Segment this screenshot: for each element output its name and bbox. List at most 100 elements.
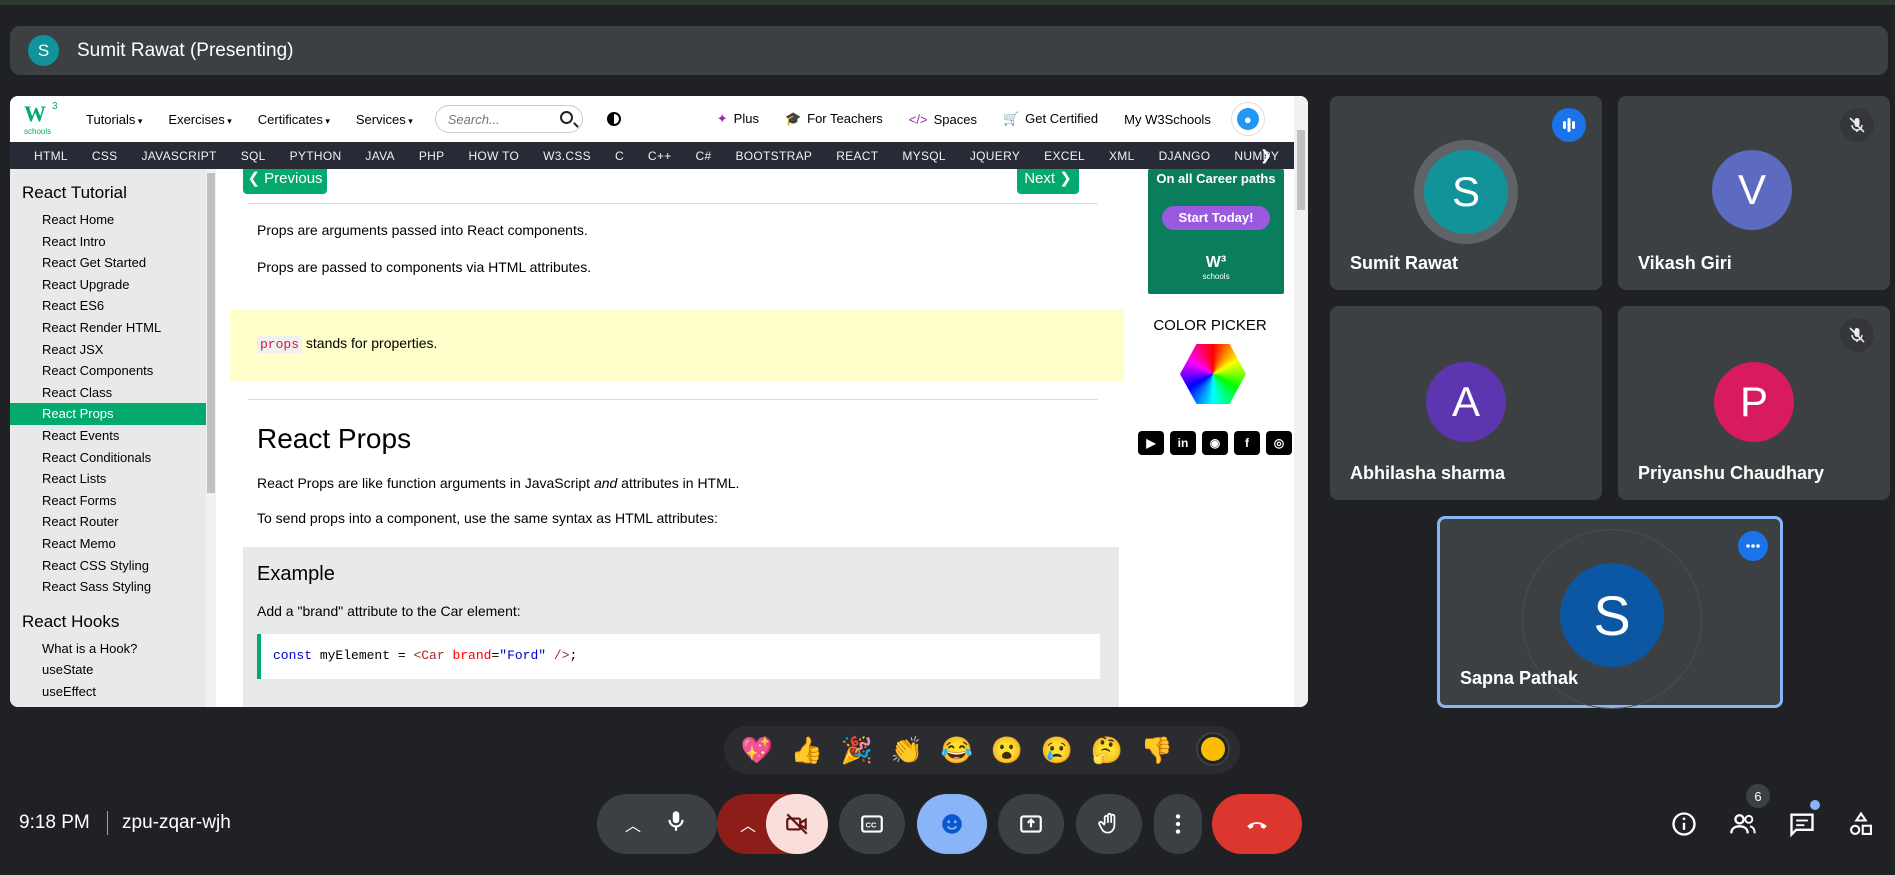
link-for-teachers[interactable]: 🎓 For Teachers: [785, 111, 883, 127]
nav-item[interactable]: SQL: [229, 149, 278, 163]
search-icon[interactable]: [559, 111, 573, 124]
sidebar-item[interactable]: React Sass Styling: [10, 576, 206, 598]
skin-tone-selector[interactable]: [1198, 734, 1228, 764]
sidebar-item[interactable]: React Home: [10, 209, 206, 231]
reaction-emoji[interactable]: 👍: [782, 735, 832, 766]
nav-item[interactable]: PYTHON: [278, 149, 354, 163]
more-options-icon[interactable]: [1738, 531, 1768, 561]
reaction-emoji[interactable]: 👏: [882, 735, 932, 766]
sidebar-item[interactable]: React Props: [10, 403, 206, 425]
nav-item[interactable]: EXCEL: [1032, 149, 1097, 163]
instagram-icon[interactable]: ◎: [1266, 431, 1292, 455]
facebook-icon[interactable]: f: [1234, 431, 1260, 455]
meeting-details-button[interactable]: [1668, 808, 1700, 840]
reaction-emoji[interactable]: 😮: [982, 735, 1032, 766]
sidebar-item[interactable]: React Upgrade: [10, 274, 206, 296]
reaction-emoji[interactable]: 🎉: [832, 735, 882, 766]
activities-button[interactable]: [1845, 808, 1877, 840]
link-get-certified[interactable]: 🛒 Get Certified: [1003, 111, 1098, 127]
menu-services[interactable]: Services: [356, 112, 413, 127]
sidebar-item[interactable]: React CSS Styling: [10, 555, 206, 577]
nav-item[interactable]: XML: [1097, 149, 1147, 163]
nav-item[interactable]: CSS: [80, 149, 130, 163]
reaction-emoji[interactable]: 😢: [1032, 735, 1082, 766]
menu-certificates[interactable]: Certificates: [258, 112, 330, 127]
page-scrollbar[interactable]: [1294, 96, 1308, 707]
reaction-emoji[interactable]: 🤔: [1082, 735, 1132, 766]
nav-item[interactable]: BOOTSTRAP: [723, 149, 824, 163]
nav-item[interactable]: JQUERY: [958, 149, 1032, 163]
nav-item[interactable]: DJANGO: [1147, 149, 1223, 163]
microphone-button[interactable]: [663, 808, 689, 841]
audio-options-chevron-icon[interactable]: ︿: [625, 812, 641, 836]
sidebar-item[interactable]: React Components: [10, 360, 206, 382]
discord-icon[interactable]: ◉: [1202, 431, 1228, 455]
nav-item[interactable]: JAVA: [353, 149, 406, 163]
sidebar-item[interactable]: React Router: [10, 511, 206, 533]
sidebar-item[interactable]: React Conditionals: [10, 447, 206, 469]
menu-tutorials[interactable]: Tutorials: [86, 112, 142, 127]
emoji-reactions-button[interactable]: [917, 794, 987, 854]
scrollbar-thumb[interactable]: [1297, 130, 1305, 210]
w3-search-input[interactable]: Search...: [434, 105, 583, 133]
color-picker-label[interactable]: COLOR PICKER: [1126, 317, 1294, 334]
sidebar-item[interactable]: React ES6: [10, 295, 206, 317]
reaction-emoji[interactable]: 👎: [1132, 735, 1182, 766]
more-options-button[interactable]: [1154, 794, 1202, 854]
next-button[interactable]: Next ❯: [1017, 169, 1079, 194]
youtube-icon[interactable]: ▶: [1138, 431, 1164, 455]
nav-item[interactable]: JAVASCRIPT: [129, 149, 228, 163]
sidebar-item[interactable]: React Events: [10, 425, 206, 447]
sidebar-item[interactable]: React Intro: [10, 231, 206, 253]
raise-hand-button[interactable]: [1076, 794, 1142, 854]
participant-tile-sapna-self[interactable]: S Sapna Pathak: [1437, 516, 1783, 709]
reaction-emoji[interactable]: 😂: [932, 735, 982, 766]
participant-tile-vikash[interactable]: V Vikash Giri: [1618, 96, 1890, 290]
participant-tile-abhilasha[interactable]: A Abhilasha sharma: [1330, 306, 1602, 500]
captions-button[interactable]: CC: [839, 794, 905, 854]
user-account-button[interactable]: ●: [1230, 102, 1265, 136]
leave-call-button[interactable]: [1212, 794, 1302, 854]
sidebar-item[interactable]: React Class: [10, 382, 206, 404]
link-spaces[interactable]: </> Spaces: [909, 112, 977, 127]
link-my-w3schools[interactable]: My W3Schools: [1124, 112, 1211, 127]
nav-item[interactable]: HOW TO: [456, 149, 531, 163]
sidebar-item[interactable]: useState: [10, 659, 206, 681]
nav-item[interactable]: PHP: [407, 149, 457, 163]
nav-item[interactable]: C++: [636, 149, 684, 163]
shared-screen[interactable]: W 3 schools Tutorials Exercises Certific…: [10, 96, 1308, 707]
career-paths-ad[interactable]: On all Career paths Start Today! W³ scho…: [1148, 169, 1284, 294]
sidebar-item[interactable]: React Forms: [10, 490, 206, 512]
participant-tile-priyanshu[interactable]: P Priyanshu Chaudhary: [1618, 306, 1890, 500]
start-today-button[interactable]: Start Today!: [1162, 206, 1270, 230]
camera-button[interactable]: [766, 794, 828, 854]
nav-item[interactable]: HTML: [22, 149, 80, 163]
sidebar-scrollbar-thumb[interactable]: [207, 173, 215, 493]
reaction-emoji[interactable]: 💖: [732, 735, 782, 766]
present-screen-button[interactable]: [998, 794, 1064, 854]
people-button[interactable]: [1727, 808, 1759, 840]
linkedin-icon[interactable]: in: [1170, 431, 1196, 455]
sidebar-item[interactable]: React Get Started: [10, 252, 206, 274]
nav-item[interactable]: REACT: [824, 149, 890, 163]
sidebar-item[interactable]: React Render HTML: [10, 317, 206, 339]
sidebar-item[interactable]: What is a Hook?: [10, 638, 206, 660]
color-picker-hexagon[interactable]: [1180, 344, 1246, 404]
nav-item[interactable]: MYSQL: [890, 149, 958, 163]
code-snippet[interactable]: const myElement = <Car brand="Ford" />;: [257, 634, 1100, 679]
participant-tile-sumit[interactable]: S Sumit Rawat: [1330, 96, 1602, 290]
video-options-chevron-icon[interactable]: ︿: [740, 812, 756, 836]
sidebar-item[interactable]: React Lists: [10, 468, 206, 490]
sidebar-item[interactable]: React JSX: [10, 339, 206, 361]
nav-item[interactable]: C#: [684, 149, 724, 163]
sidebar-item[interactable]: useEffect: [10, 681, 206, 703]
nav-item[interactable]: C: [603, 149, 636, 163]
nav-item[interactable]: W3.CSS: [531, 149, 603, 163]
sidebar-scrollbar[interactable]: [206, 169, 216, 707]
chat-button[interactable]: [1786, 808, 1818, 840]
link-plus[interactable]: ✦ Plus: [717, 111, 759, 127]
sidebar-item[interactable]: React Memo: [10, 533, 206, 555]
nav-scroll-right-icon[interactable]: ❯: [1248, 147, 1284, 164]
contrast-toggle-icon[interactable]: [606, 112, 621, 126]
menu-exercises[interactable]: Exercises: [168, 112, 231, 127]
